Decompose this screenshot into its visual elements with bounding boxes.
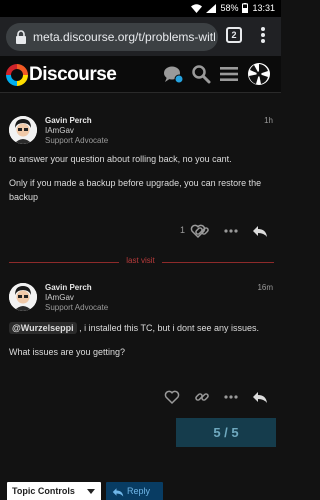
post-actions: 1 — [0, 222, 281, 242]
menu-dots-icon[interactable] — [256, 25, 270, 47]
author-role: Support Advocate — [45, 136, 109, 145]
search-icon[interactable] — [191, 64, 211, 84]
topic-controls-label: Topic Controls — [12, 486, 75, 496]
post-2: Gavin Perch IAmGav Support Advocate 16m … — [0, 272, 281, 412]
more-icon[interactable] — [223, 389, 239, 405]
author-handle: IAmGav — [45, 126, 74, 135]
like-count[interactable]: 1 — [180, 225, 185, 235]
wifi-icon — [191, 3, 203, 13]
post-body: to answer your question about rolling ba… — [9, 152, 274, 204]
battery-percent: 58% — [220, 3, 239, 13]
topic-controls-dropdown[interactable]: Topic Controls — [7, 482, 101, 500]
author-handle: IAmGav — [45, 293, 74, 302]
author-avatar[interactable] — [9, 116, 37, 144]
clock: 13:31 — [252, 3, 275, 13]
author-avatar[interactable] — [9, 283, 37, 311]
share-link-icon[interactable] — [194, 389, 210, 405]
topic-progress[interactable]: 5 / 5 — [176, 418, 276, 447]
post-paragraph: What issues are you getting? — [9, 347, 126, 357]
post-time[interactable]: 16m — [257, 283, 273, 292]
post-actions — [0, 388, 281, 408]
author-name[interactable]: Gavin Perch — [45, 283, 92, 292]
battery-icon — [242, 3, 249, 13]
last-visit-separator: last visit — [0, 256, 281, 268]
discourse-logo[interactable]: Discourse — [6, 63, 117, 87]
status-bar: 58% 13:31 — [0, 0, 281, 17]
url-text[interactable]: meta.discourse.org/t/problems-with- — [33, 30, 215, 44]
address-bar[interactable]: meta.discourse.org/t/problems-with- — [6, 23, 218, 51]
lock-icon[interactable] — [14, 29, 28, 45]
author-role: Support Advocate — [45, 303, 109, 312]
last-visit-label: last visit — [123, 256, 158, 265]
reply-icon[interactable] — [252, 389, 268, 405]
progress-text: 5 / 5 — [213, 425, 239, 440]
post-1: Gavin Perch IAmGav Support Advocate 1h t… — [0, 93, 281, 253]
share-link-icon[interactable] — [194, 223, 210, 239]
post-text: , i installed this TC, but i dont see an… — [76, 323, 260, 333]
heart-icon[interactable] — [164, 389, 180, 405]
browser-toolbar: meta.discourse.org/t/problems-with- 2 — [0, 17, 281, 56]
hamburger-icon[interactable] — [219, 64, 239, 84]
topic-footer: Topic Controls Reply — [0, 473, 281, 500]
signal-icon — [206, 3, 217, 13]
post-body: @Wurzelseppi , i installed this TC, but … — [9, 321, 274, 359]
logo-mark-icon — [6, 64, 28, 86]
chat-icon[interactable] — [163, 64, 183, 84]
more-icon[interactable] — [223, 223, 239, 239]
user-mention[interactable]: @Wurzelseppi — [9, 322, 77, 334]
user-avatar[interactable] — [248, 63, 270, 85]
reply-button[interactable]: Reply — [106, 482, 163, 500]
post-time[interactable]: 1h — [264, 116, 273, 125]
post-paragraph: Only if you made a backup before upgrade… — [9, 178, 262, 202]
logo-text: Discourse — [29, 64, 117, 85]
post-paragraph: @Wurzelseppi , i installed this TC, but … — [9, 321, 274, 335]
reply-icon — [112, 488, 124, 497]
author-name[interactable]: Gavin Perch — [45, 116, 92, 125]
tabs-icon[interactable]: 2 — [226, 27, 242, 43]
post-paragraph: to answer your question about rolling ba… — [9, 154, 232, 164]
site-header: Discourse — [0, 56, 281, 93]
reply-label: Reply — [127, 486, 151, 496]
reply-icon[interactable] — [252, 223, 268, 239]
chevron-down-icon — [87, 489, 95, 494]
